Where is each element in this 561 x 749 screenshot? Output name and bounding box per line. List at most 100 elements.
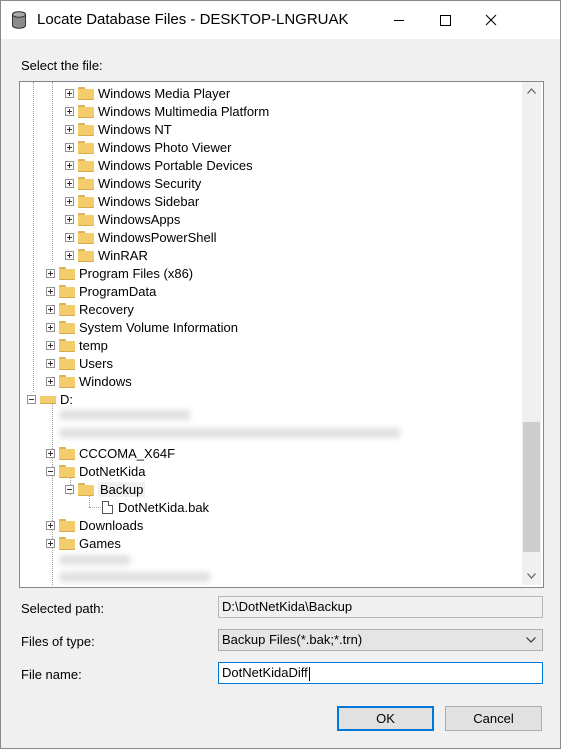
folder-icon [59,284,75,298]
folder-icon [59,266,75,280]
scrollbar-thumb[interactable] [523,422,540,552]
tree-item[interactable]: WindowsApps [65,210,180,228]
chevron-up-icon [527,88,536,94]
folder-icon [78,122,94,136]
folder-icon [59,518,75,532]
expand-icon[interactable] [65,88,74,98]
expand-icon[interactable] [65,214,74,224]
expand-icon[interactable] [65,106,74,116]
file-name-label: File name: [21,667,82,682]
minimize-icon [394,20,404,21]
tree-item[interactable]: Windows Media Player [65,84,230,102]
maximize-button[interactable] [422,1,468,39]
expand-icon[interactable] [46,286,55,296]
folder-icon [78,212,94,226]
tree-item[interactable]: System Volume Information [46,318,238,336]
scroll-down-button[interactable] [522,567,541,585]
vertical-scrollbar[interactable] [522,82,541,585]
expand-icon[interactable] [46,268,55,278]
folder-icon [59,320,75,334]
expand-icon[interactable] [65,250,74,260]
expand-icon[interactable] [65,124,74,134]
folder-icon [59,302,75,316]
expand-icon[interactable] [65,142,74,152]
expand-icon[interactable] [46,322,55,332]
selected-path-field: D:\DotNetKida\Backup [218,596,543,618]
expand-icon[interactable] [65,232,74,242]
blurred-item [60,410,190,420]
blurred-item [60,555,130,565]
tree-item[interactable]: Windows Photo Viewer [65,138,231,156]
folder-icon [78,158,94,172]
drive-icon [40,393,56,405]
file-tree[interactable]: Windows Media Player Windows Multimedia … [19,81,544,588]
expand-icon[interactable] [46,340,55,350]
tree-item[interactable]: ProgramData [46,282,156,300]
folder-icon [59,446,75,460]
tree-item[interactable]: Program Files (x86) [46,264,193,282]
folder-icon [78,482,94,496]
tree-item[interactable]: Users [46,354,113,372]
database-icon [11,11,27,29]
close-button[interactable] [468,1,514,39]
folder-icon [78,230,94,244]
tree-item[interactable]: WindowsPowerShell [65,228,217,246]
expand-icon[interactable] [46,358,55,368]
scroll-up-button[interactable] [522,82,541,100]
folder-icon [78,176,94,190]
close-icon [485,14,497,26]
file-icon [102,500,113,514]
chevron-down-icon [527,573,536,579]
folder-icon [78,86,94,100]
tree-guide [52,82,53,262]
file-name-input[interactable]: DotNetKidaDiff [218,662,543,684]
tree-guide [52,402,53,585]
expand-icon[interactable] [65,178,74,188]
tree-item[interactable]: Windows Sidebar [65,192,199,210]
folder-icon [78,248,94,262]
expand-icon[interactable] [46,538,55,548]
expand-icon[interactable] [46,448,55,458]
cancel-button[interactable]: Cancel [445,706,542,731]
tree-item-file[interactable]: DotNetKida.bak [100,498,209,516]
minimize-button[interactable] [376,1,422,39]
collapse-icon[interactable] [65,484,74,494]
tree-item[interactable]: Downloads [46,516,143,534]
tree-item[interactable]: Windows Security [65,174,201,192]
folder-icon [59,374,75,388]
expand-icon[interactable] [46,376,55,386]
folder-icon [78,194,94,208]
tree-content: Windows Media Player Windows Multimedia … [20,82,522,585]
tree-item[interactable]: Windows [46,372,132,390]
text-caret [308,666,310,681]
expand-icon[interactable] [46,520,55,530]
tree-item[interactable]: temp [46,336,108,354]
title-bar: Locate Database Files - DESKTOP-LNGRUAK [1,1,560,39]
collapse-icon[interactable] [27,394,36,404]
selected-path-label: Selected path: [21,601,105,616]
tree-item[interactable]: Games [46,534,121,552]
tree-item[interactable]: Windows NT [65,120,172,138]
files-of-type-label: Files of type: [21,634,95,649]
folder-icon [78,104,94,118]
file-name-value: DotNetKidaDiff [222,665,308,680]
expand-icon[interactable] [46,304,55,314]
tree-item[interactable]: CCCOMA_X64F [46,444,175,462]
tree-item-drive-d[interactable]: D: [27,390,73,408]
files-of-type-value: Backup Files(*.bak;*.trn) [222,632,363,647]
expand-icon[interactable] [65,160,74,170]
tree-item[interactable]: Windows Portable Devices [65,156,253,174]
tree-item[interactable]: Recovery [46,300,134,318]
folder-icon [78,140,94,154]
ok-button[interactable]: OK [337,706,434,731]
blurred-item [60,428,400,438]
collapse-icon[interactable] [46,466,55,476]
folder-icon [59,356,75,370]
window-title: Locate Database Files - DESKTOP-LNGRUAK [37,11,349,28]
files-of-type-dropdown[interactable]: Backup Files(*.bak;*.trn) [218,629,543,651]
tree-item[interactable]: DotNetKida [46,462,145,480]
tree-item[interactable]: Windows Multimedia Platform [65,102,269,120]
tree-item-selected[interactable]: Backup [65,480,146,498]
tree-item[interactable]: WinRAR [65,246,148,264]
expand-icon[interactable] [65,196,74,206]
